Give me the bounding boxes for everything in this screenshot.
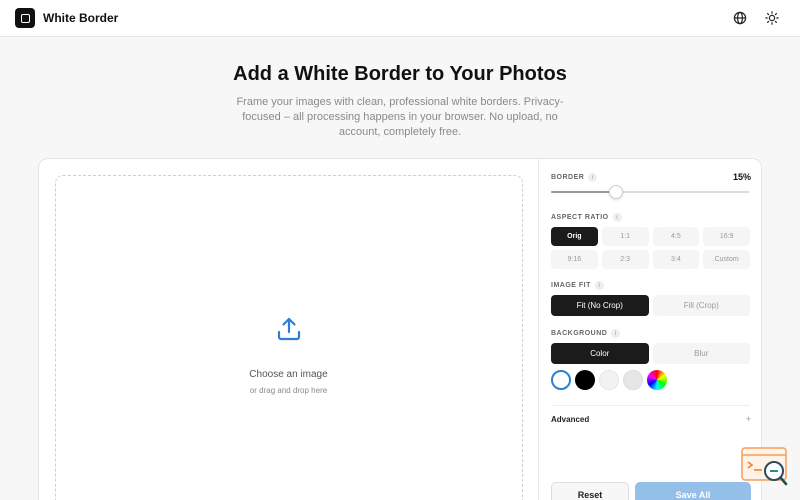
image-fit-label: IMAGE FIT i: [551, 281, 604, 290]
image-fit-options: Fit (No Crop) Fill (Crop): [551, 295, 750, 316]
top-bar: White Border: [0, 0, 800, 37]
swatch-grey[interactable]: [623, 370, 643, 390]
image-dropzone[interactable]: Choose an image or drag and drop here: [55, 175, 523, 500]
page-subtitle: Frame your images with clean, profession…: [236, 96, 564, 138]
info-icon[interactable]: i: [611, 329, 621, 338]
fit-option-no-crop[interactable]: Fit (No Crop): [551, 295, 649, 316]
swatch-light-grey[interactable]: [599, 370, 619, 390]
advanced-toggle[interactable]: Advanced: [551, 415, 589, 424]
aspect-option-3-4[interactable]: 3:4: [652, 250, 700, 269]
aspect-option-16-9[interactable]: 16:9: [703, 227, 750, 246]
aspect-option-9-16[interactable]: 9:16: [551, 250, 598, 269]
divider: [551, 405, 750, 406]
sun-icon[interactable]: [764, 10, 780, 26]
dropzone-title: Choose an image: [249, 369, 328, 380]
border-slider-fill: [551, 191, 616, 193]
info-icon[interactable]: i: [612, 213, 622, 222]
aspect-option-custom[interactable]: Custom: [703, 250, 750, 269]
swatch-custom-color[interactable]: [647, 370, 667, 390]
swatch-white[interactable]: [551, 370, 571, 390]
aspect-option-2-3[interactable]: 2:3: [601, 250, 649, 269]
upload-icon: [276, 316, 302, 342]
aspect-option-1-1[interactable]: 1:1: [601, 227, 649, 246]
aspect-option-4-5[interactable]: 4:5: [652, 227, 700, 246]
dropzone-subtitle: or drag and drop here: [249, 386, 328, 395]
color-swatches: [551, 370, 667, 390]
info-icon[interactable]: i: [588, 173, 598, 182]
info-icon[interactable]: i: [594, 281, 604, 290]
feedback-widget-icon[interactable]: [741, 447, 789, 487]
background-option-color[interactable]: Color: [551, 343, 649, 364]
aspect-option-orig[interactable]: Orig: [551, 227, 598, 246]
fit-option-crop[interactable]: Fill (Crop): [652, 295, 750, 316]
border-slider[interactable]: [551, 185, 749, 199]
editor-card: Choose an image or drag and drop here BO…: [38, 158, 762, 500]
background-options: Color Blur: [551, 343, 750, 364]
aspect-ratio-label: ASPECT RATIO i: [551, 213, 622, 222]
plus-icon[interactable]: +: [746, 414, 751, 424]
page-title: Add a White Border to Your Photos: [233, 63, 567, 85]
app-logo-icon: [15, 8, 35, 28]
border-label: BORDER i: [551, 173, 598, 182]
swatch-black[interactable]: [575, 370, 595, 390]
reset-button[interactable]: Reset: [551, 482, 629, 500]
settings-panel: BORDER i 15% ASPECT RATIO i Orig 1:1 4:5 1…: [538, 159, 761, 500]
app-title: White Border: [43, 11, 119, 25]
border-slider-thumb[interactable]: [609, 185, 623, 199]
border-value: 15%: [732, 172, 751, 182]
background-option-blur[interactable]: Blur: [652, 343, 750, 364]
save-all-button[interactable]: Save All: [635, 482, 751, 500]
background-label: BACKGROUND i: [551, 329, 621, 338]
globe-icon[interactable]: [732, 10, 748, 26]
aspect-ratio-options: Orig 1:1 4:5 16:9 9:16 2:3 3:4 Custom: [551, 227, 750, 269]
